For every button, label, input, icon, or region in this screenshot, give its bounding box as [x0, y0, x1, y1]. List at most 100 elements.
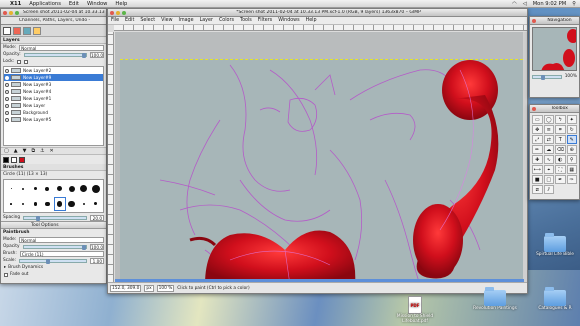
heal-tool-icon[interactable]: ✚	[532, 155, 543, 164]
gimp-menu-tools[interactable]: Tools	[240, 18, 252, 23]
blend-tool-icon[interactable]: ▦	[566, 165, 577, 174]
brush-preset[interactable]	[79, 182, 89, 196]
free-select-tool-icon[interactable]: ϟ	[555, 115, 566, 124]
visibility-eye-icon[interactable]	[5, 96, 9, 101]
scale-tool-icon[interactable]: ⤢	[532, 135, 543, 144]
layer-row[interactable]: New Layer#2	[4, 67, 103, 74]
airbrush-tool-icon[interactable]: ☁	[543, 145, 554, 154]
visibility-eye-icon[interactable]	[5, 103, 9, 108]
menu-window[interactable]: Window	[87, 1, 107, 7]
paint-color-swatch[interactable]	[19, 156, 25, 163]
visibility-eye-icon[interactable]	[5, 75, 9, 80]
foreground-color-tool-icon[interactable]: ■	[532, 175, 543, 184]
image-canvas[interactable]	[120, 59, 527, 284]
minimize-icon[interactable]	[116, 10, 120, 15]
ink-tool-icon[interactable]: ✑	[566, 175, 577, 184]
menu-applications[interactable]: Applications	[29, 1, 61, 7]
layer-row[interactable]: New Layer#5	[4, 116, 103, 123]
brush-preset[interactable]	[30, 198, 40, 210]
menu-help[interactable]: Help	[115, 1, 127, 7]
smudge-tool-icon[interactable]: ∿	[543, 155, 554, 164]
unit-select[interactable]: px	[144, 284, 154, 292]
menu-app[interactable]: X11	[10, 1, 21, 7]
gimp-menu-windows[interactable]: Windows	[278, 18, 299, 23]
canvas-viewport[interactable]	[115, 32, 527, 284]
layer-row[interactable]: New Layer#1	[4, 95, 103, 102]
layer-row[interactable]: New Layer#4	[4, 88, 103, 95]
layer-opacity-slider[interactable]	[23, 52, 87, 58]
brush-select[interactable]: Circle (11)	[19, 250, 104, 257]
close-icon[interactable]	[3, 10, 7, 15]
tool-opacity-value[interactable]: 100.0	[90, 243, 104, 250]
foreground-color-swatch[interactable]	[3, 156, 9, 163]
brush-preset[interactable]	[42, 198, 52, 210]
duplicate-layer-icon[interactable]: ⧉	[31, 148, 35, 154]
gimp-menu-colors[interactable]: Colors	[219, 18, 234, 23]
brush-preset[interactable]	[91, 182, 101, 196]
brush-preset[interactable]	[79, 198, 89, 210]
tool-mode-select[interactable]: Normal	[19, 236, 104, 243]
delete-layer-icon[interactable]: ✕	[50, 148, 54, 154]
visibility-eye-icon[interactable]	[5, 110, 9, 115]
minimize-icon[interactable]	[9, 10, 13, 15]
menu-edit[interactable]: Edit	[69, 1, 79, 7]
layer-mode-select[interactable]: Normal	[19, 44, 104, 51]
wifi-icon[interactable]: ◠	[512, 1, 517, 7]
raise-layer-icon[interactable]: ▲	[14, 148, 18, 154]
clock[interactable]: Mon 9:02 PM	[533, 1, 567, 7]
scale-value[interactable]: 1.00	[90, 257, 104, 264]
navigation-zoom-slider[interactable]	[532, 74, 562, 80]
rect-select-tool-icon[interactable]: ▭	[532, 115, 543, 124]
close-icon[interactable]	[110, 10, 114, 15]
background-color-swatch[interactable]	[11, 156, 17, 163]
spacing-value[interactable]: 20.0	[90, 214, 104, 221]
new-layer-icon[interactable]: ▢	[4, 148, 9, 154]
layer-row[interactable]: New Layer#9	[4, 74, 103, 81]
layer-row[interactable]: New Layer#3	[4, 81, 103, 88]
flip-tool-icon[interactable]: ⇄	[543, 135, 554, 144]
image-titlebar[interactable]: *Screen shot 2011-02-04 at 10.33.13 PM.x…	[108, 9, 527, 17]
dodge-tool-icon[interactable]: ◐	[555, 155, 566, 164]
desktop-folder-3[interactable]: Revolution Paintings	[470, 287, 520, 311]
zoom-tool-icon[interactable]: ⚲	[566, 155, 577, 164]
dock-titlebar[interactable]: Screen shot 2011-02-04 at 10.33.13 PM.xc…	[1, 9, 106, 17]
brush-preset[interactable]	[91, 198, 101, 210]
tab-channels-icon[interactable]	[13, 26, 21, 35]
eraser-tool-icon[interactable]: ⌫	[555, 145, 566, 154]
brush-preset[interactable]	[30, 182, 40, 196]
crop-tool-icon[interactable]: ⌗	[555, 125, 566, 134]
slider-knob[interactable]	[46, 258, 51, 264]
gimp-menu-layer[interactable]: Layer	[200, 18, 213, 23]
expand-arrow-icon[interactable]: ▸	[4, 265, 6, 270]
vertical-ruler[interactable]	[108, 32, 114, 284]
visibility-eye-icon[interactable]	[5, 117, 9, 122]
align-tool-icon[interactable]: ≡	[543, 125, 554, 134]
paintbrush-tool-icon[interactable]: ✎	[566, 135, 577, 144]
pencil-tool-icon[interactable]: ✏	[532, 145, 543, 154]
tab-undo-icon[interactable]	[33, 26, 41, 35]
perspective-tool-icon[interactable]: ⧄	[532, 185, 543, 194]
brush-preset[interactable]	[42, 182, 52, 196]
brush-preset[interactable]	[67, 182, 77, 196]
slider-knob[interactable]	[541, 74, 546, 80]
color-picker-tool-icon[interactable]: ⌖	[543, 165, 554, 174]
gimp-menu-view[interactable]: View	[161, 18, 172, 23]
paths-tool-icon[interactable]: ✒	[555, 175, 566, 184]
anchor-layer-icon[interactable]: ⚓	[40, 148, 44, 154]
brush-preset[interactable]	[67, 198, 77, 210]
background-color-tool-icon[interactable]: □	[543, 175, 554, 184]
desktop-pdf[interactable]: PDF Mission to Shield Lifeboat.pdf	[390, 296, 440, 324]
brush-preset[interactable]	[6, 198, 16, 210]
navigation-titlebar[interactable]: Navigation	[530, 17, 579, 25]
horizontal-ruler[interactable]	[114, 25, 527, 31]
spacing-slider[interactable]	[23, 215, 87, 221]
volume-icon[interactable]: ◁	[523, 1, 527, 7]
desktop-folder-1[interactable]: Spirtual Life Bible	[530, 233, 580, 257]
gimp-menu-help[interactable]: Help	[306, 18, 317, 23]
desktop-folder-2[interactable]: Catalogues & R	[530, 287, 580, 311]
brush-preset[interactable]	[55, 182, 65, 196]
layer-row[interactable]: Background	[4, 109, 103, 116]
close-icon[interactable]	[532, 18, 536, 23]
tab-paths-icon[interactable]	[23, 26, 31, 35]
layer-opacity-value[interactable]: 100.0	[90, 51, 104, 58]
